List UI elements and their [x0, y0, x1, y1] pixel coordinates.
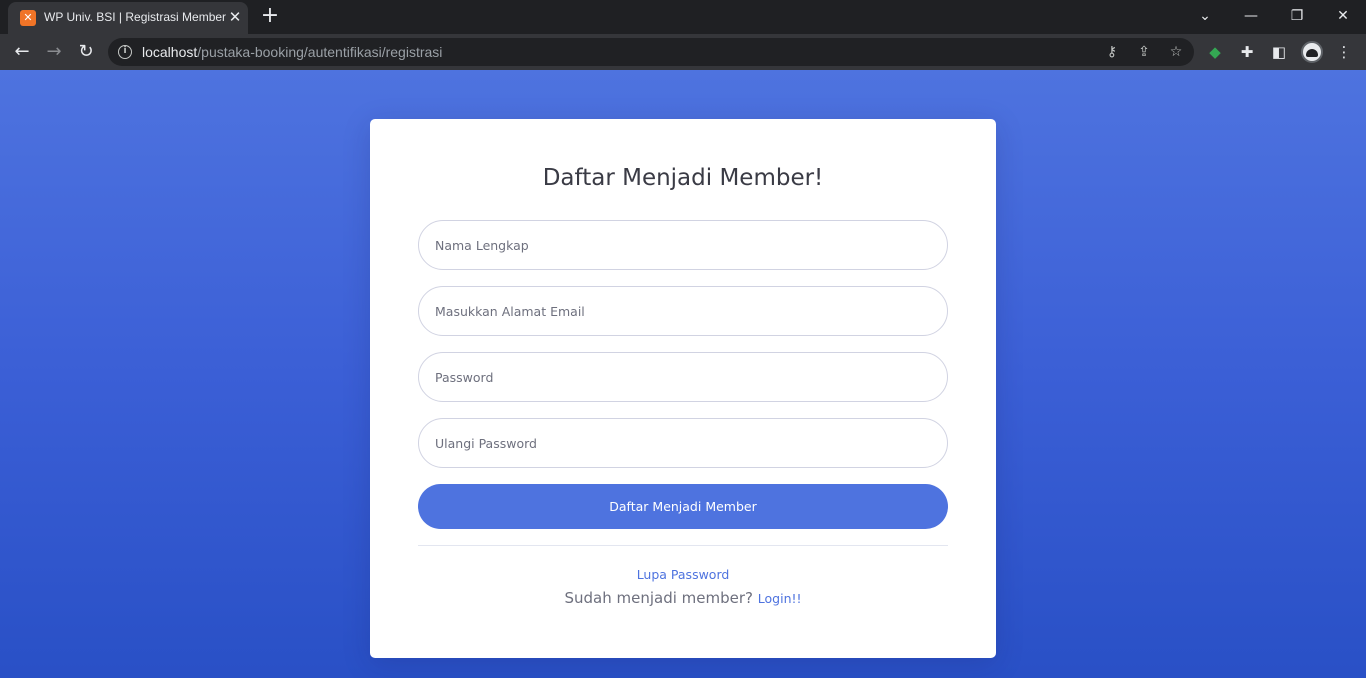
- reload-icon[interactable]: ↻: [74, 40, 98, 64]
- site-info-icon[interactable]: i: [118, 45, 132, 59]
- address-bar[interactable]: i localhost/pustaka-booking/autentifikas…: [108, 38, 1194, 66]
- tab-title: WP Univ. BSI | Registrasi Member: [44, 10, 227, 24]
- browser-titlebar: ✕ WP Univ. BSI | Registrasi Member ✕ + ⌄…: [0, 0, 1366, 34]
- nama-lengkap-input[interactable]: [418, 220, 948, 270]
- menu-kebab-icon[interactable]: ⋮: [1334, 42, 1354, 62]
- share-icon[interactable]: ⇪: [1134, 42, 1154, 62]
- browser-toolbar: ← → ↻ i localhost/pustaka-booking/autent…: [0, 34, 1366, 70]
- tab-close-icon[interactable]: ✕: [226, 8, 244, 26]
- browser-tab-active[interactable]: ✕ WP Univ. BSI | Registrasi Member ✕: [8, 2, 248, 34]
- new-tab-icon[interactable]: +: [258, 5, 282, 29]
- repeat-password-input[interactable]: [418, 418, 948, 468]
- email-input[interactable]: [418, 286, 948, 336]
- password-input[interactable]: [418, 352, 948, 402]
- page-background: Daftar Menjadi Member! Daftar Menjadi Me…: [0, 70, 1366, 678]
- login-prompt: Sudah menjadi member? Login!!: [370, 589, 996, 607]
- extension-icon[interactable]: ◆: [1205, 42, 1225, 62]
- profile-avatar[interactable]: [1301, 41, 1323, 63]
- forward-icon[interactable]: →: [42, 40, 66, 64]
- forgot-password-link[interactable]: Lupa Password: [370, 567, 996, 582]
- registration-card: Daftar Menjadi Member! Daftar Menjadi Me…: [370, 119, 996, 658]
- window-close-icon[interactable]: ✕: [1329, 4, 1357, 28]
- url-host: localhost: [142, 44, 198, 60]
- restore-icon[interactable]: ❐: [1283, 4, 1311, 28]
- extensions-puzzle-icon[interactable]: ✚: [1237, 42, 1257, 62]
- back-icon[interactable]: ←: [10, 40, 34, 64]
- side-panel-icon[interactable]: ◧: [1269, 42, 1289, 62]
- register-button[interactable]: Daftar Menjadi Member: [418, 484, 948, 529]
- url-path: /pustaka-booking/autentifikasi/registras…: [197, 44, 443, 60]
- url-text[interactable]: localhost/pustaka-booking/autentifikasi/…: [142, 44, 442, 60]
- tab-search-icon[interactable]: ⌄: [1191, 4, 1219, 28]
- divider: [418, 545, 948, 546]
- page-title: Daftar Menjadi Member!: [542, 165, 824, 191]
- xampp-icon: ✕: [20, 10, 36, 26]
- key-icon[interactable]: ⚷: [1102, 42, 1122, 62]
- bookmark-star-icon[interactable]: ☆: [1166, 42, 1186, 62]
- minimize-icon[interactable]: —: [1237, 4, 1265, 28]
- login-prompt-text: Sudah menjadi member?: [564, 589, 753, 607]
- login-link[interactable]: Login!!: [758, 591, 802, 606]
